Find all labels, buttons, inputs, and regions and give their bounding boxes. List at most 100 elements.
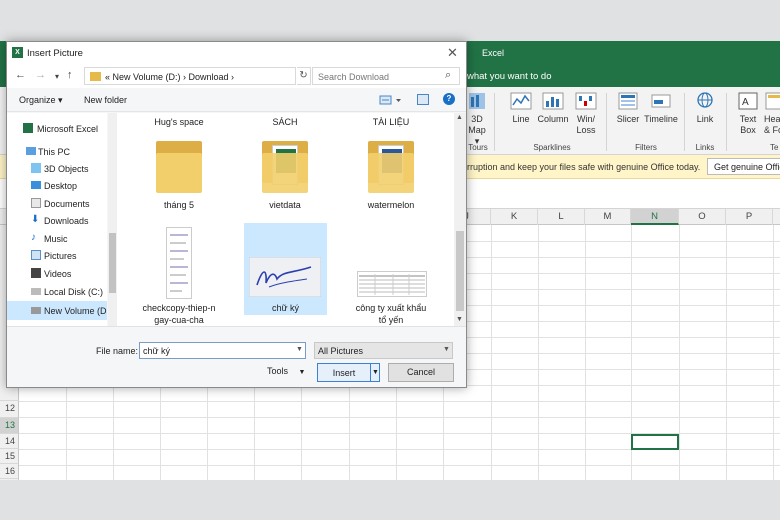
nav-pane-scrollbar[interactable]: [108, 113, 117, 326]
column-header[interactable]: O: [679, 209, 726, 225]
nav-item-downloads[interactable]: ⬇ Downloads: [7, 212, 107, 229]
dialog-title: Insert Picture: [27, 48, 83, 59]
search-input[interactable]: Search Download ⌕: [312, 67, 460, 85]
insert-button[interactable]: Insert ▼: [317, 363, 380, 382]
timeline-button[interactable]: Timeline: [643, 91, 679, 125]
row-header[interactable]: 16: [0, 464, 19, 479]
download-arrow-icon: ⬇: [31, 214, 40, 225]
header-footer-icon: [765, 92, 780, 110]
header-footer-button[interactable]: Hea & Fo: [764, 91, 780, 136]
chevron-down-icon[interactable]: ▼: [443, 346, 450, 353]
refresh-icon[interactable]: ↻: [297, 67, 311, 85]
address-bar[interactable]: « New Volume (D:) › Download › ▾: [84, 67, 355, 85]
preview-pane-icon[interactable]: [417, 94, 429, 105]
nav-item-3d-objects[interactable]: 3D Objects: [7, 160, 107, 177]
file-list: Hug's space SÁCH TÀI LIỆU tháng 5 vietda…: [117, 113, 454, 326]
nav-item-label: Desktop: [44, 181, 78, 191]
ribbon-separator: [606, 93, 607, 151]
insert-dropdown-icon[interactable]: ▼: [370, 364, 380, 381]
cancel-button[interactable]: Cancel: [388, 363, 454, 382]
nav-item-desktop[interactable]: Desktop: [7, 177, 107, 194]
sparkline-column-button[interactable]: Column: [536, 91, 570, 125]
new-folder-button[interactable]: New folder: [84, 95, 127, 105]
excel-icon: [23, 123, 33, 133]
column-label: Column: [537, 114, 569, 124]
column-header[interactable]: L: [538, 209, 585, 225]
3d-objects-icon: [31, 163, 41, 173]
text-box-button[interactable]: A Text Box: [736, 91, 760, 136]
dialog-footer: File name: chữ ký ▼ All Pictures ▼ Tools…: [7, 326, 466, 387]
file-item-folder[interactable]: Hug's space: [131, 115, 227, 129]
organize-button[interactable]: Organize ▾: [19, 95, 63, 106]
back-arrow-icon[interactable]: ←: [15, 69, 26, 81]
row-header[interactable]: 12: [0, 401, 19, 418]
background-bottom: [0, 480, 780, 520]
file-list-scrollbar[interactable]: ▲ ▼: [454, 113, 466, 326]
file-name-line-1: checkcopy-thiep-n: [142, 303, 216, 313]
line-label: Line: [512, 114, 530, 124]
file-type-select[interactable]: All Pictures ▼: [314, 342, 453, 359]
grid-line: [19, 401, 780, 402]
file-name-input[interactable]: chữ ký ▼: [139, 342, 306, 359]
nav-item-new-volume-d[interactable]: New Volume (D: [7, 301, 107, 320]
sparkline-winloss-button[interactable]: Win/ Loss: [573, 91, 599, 136]
row-header[interactable]: 15: [0, 449, 19, 464]
get-genuine-office-button[interactable]: Get genuine Offic: [707, 158, 780, 175]
forward-arrow-icon[interactable]: →: [35, 69, 46, 81]
nav-item-label: Local Disk (C:): [44, 287, 104, 297]
desktop-icon: [31, 181, 41, 189]
scroll-down-icon[interactable]: ▼: [456, 316, 463, 323]
active-cell[interactable]: [631, 434, 679, 450]
group-text: Te: [770, 143, 779, 152]
ribbon-separator: [494, 93, 495, 151]
file-item-image-selected[interactable]: chữ ký: [244, 223, 327, 315]
nav-item-this-pc[interactable]: This PC: [7, 143, 107, 160]
nav-item-label: Music: [44, 234, 68, 244]
nav-item-microsoft-excel[interactable]: Microsoft Excel: [7, 120, 107, 137]
nav-item-music[interactable]: ♪ Music: [7, 230, 107, 247]
file-item-folder[interactable]: tháng 5: [131, 135, 227, 221]
nav-item-pictures[interactable]: Pictures: [7, 247, 107, 264]
row-header-selected[interactable]: 13: [0, 418, 19, 434]
view-options-icon[interactable]: [379, 94, 403, 106]
up-arrow-icon[interactable]: ↑: [67, 69, 73, 81]
column-header[interactable]: P: [726, 209, 773, 225]
insert-label: Insert: [332, 368, 356, 378]
column-header[interactable]: K: [491, 209, 538, 225]
3d-map-button[interactable]: 3D Map ▾: [466, 91, 488, 147]
folder-front: [156, 153, 202, 193]
slicer-button[interactable]: Slicer: [614, 91, 642, 125]
nav-item-local-disk-c[interactable]: Local Disk (C:): [7, 283, 107, 300]
text-box-icon: A: [738, 92, 758, 110]
file-item-image[interactable]: công ty xuất khẩu tổ yến: [343, 223, 439, 325]
scroll-up-icon[interactable]: ▲: [456, 114, 463, 121]
breadcrumb[interactable]: « New Volume (D:) › Download ›: [105, 72, 234, 82]
nav-item-videos[interactable]: Videos: [7, 265, 107, 282]
column-header[interactable]: M: [585, 209, 631, 225]
videos-icon: [31, 268, 41, 278]
tools-button[interactable]: Tools ▼: [267, 366, 305, 376]
scrollbar-thumb[interactable]: [109, 233, 116, 293]
help-icon[interactable]: ?: [443, 93, 455, 105]
file-name-value: chữ ký: [143, 346, 171, 356]
link-button[interactable]: Link: [692, 91, 718, 125]
row-header[interactable]: 14: [0, 434, 19, 449]
sparkline-line-button[interactable]: Line: [508, 91, 534, 125]
nav-item-label: This PC: [38, 147, 71, 157]
scrollbar-thumb[interactable]: [456, 231, 464, 311]
file-item-folder[interactable]: vietdata: [237, 135, 333, 221]
file-name: vietdata: [269, 200, 301, 210]
folder-icon: [90, 72, 101, 81]
file-item-folder[interactable]: SÁCH: [237, 115, 333, 129]
file-item-folder[interactable]: TÀI LIỆU: [343, 115, 439, 129]
chevron-down-icon[interactable]: ▼: [296, 346, 303, 353]
folder-front: [368, 153, 414, 193]
file-item-folder[interactable]: watermelon: [343, 135, 439, 221]
folder-front: [262, 153, 308, 193]
file-item-image[interactable]: checkcopy-thiep-n gay-cua-cha: [131, 223, 227, 325]
recent-dropdown-icon[interactable]: ▾: [55, 72, 59, 81]
tell-me-box[interactable]: what you want to do: [467, 71, 552, 82]
column-header-selected[interactable]: N: [631, 209, 679, 225]
nav-item-documents[interactable]: Documents: [7, 195, 107, 212]
close-icon[interactable]: ✕: [447, 45, 458, 61]
